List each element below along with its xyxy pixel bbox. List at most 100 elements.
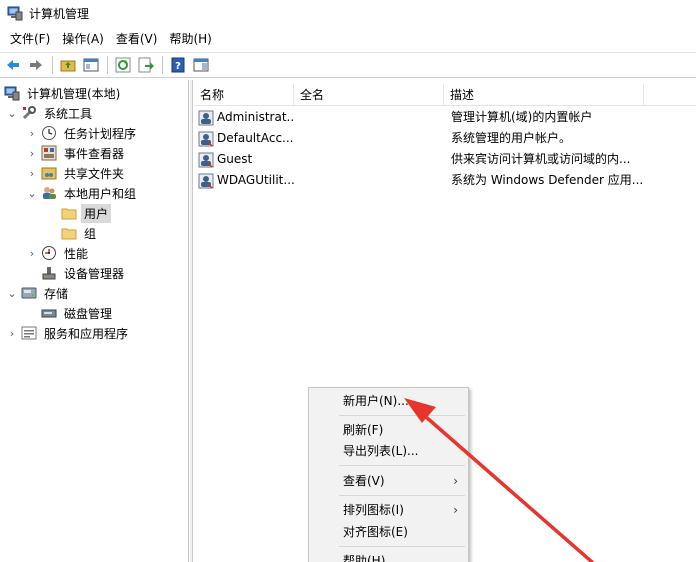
window-title: 计算机管理 [29,6,90,21]
table-row[interactable]: Guest 供来宾访问计算机或访问域的内... [194,149,696,170]
tree-label: 事件查看器 [64,146,125,161]
chevron-right-icon[interactable]: › [26,123,38,143]
cell-name: Guest [217,152,253,166]
event-viewer-icon [41,145,57,161]
chevron-right-icon[interactable]: › [26,243,38,263]
tree-label: 存储 [44,286,69,301]
list-header: 名称 全名 描述 [194,84,696,106]
table-row[interactable]: WDAGUtilit... 系统为 Windows Defender 应用... [194,170,696,191]
cell-description: 管理计算机(域)的内置帐户 [451,110,593,124]
disk-icon [41,305,57,321]
chevron-right-icon[interactable]: › [26,163,38,183]
up-folder-icon[interactable] [57,54,79,76]
context-menu-view[interactable]: 查看(V) › [309,470,468,492]
chevron-right-icon[interactable]: › [26,143,38,163]
tree-item-storage[interactable]: ⌄ 存储 [6,283,71,303]
shared-folder-icon [41,165,57,181]
cell-name: Administrat... [217,110,294,124]
tree-item-groups[interactable]: 组 [58,223,99,243]
show-hide-tree-icon[interactable] [80,54,102,76]
column-header-description[interactable]: 描述 [444,84,644,106]
performance-icon [41,245,57,261]
svg-text:?: ? [175,61,181,72]
menu-file[interactable]: 文件(F) [4,29,56,49]
menu-view[interactable]: 查看(V) [110,29,164,49]
toolbar: ? [0,52,696,78]
user-icon [198,110,214,126]
export-list-icon[interactable] [135,54,157,76]
cell-name: WDAGUtilit... [217,173,294,187]
menu-action[interactable]: 操作(A) [56,29,110,49]
navigation-tree: 计算机管理(本地) ⌄ 系统工具 › 任务计划程序 › 事件查看器 › 共享文件… [0,80,189,562]
tree-item-local-users-groups[interactable]: ⌄ 本地用户和组 [26,183,139,203]
tree-label: 设备管理器 [64,266,125,281]
computer-management-window: 计算机管理 文件(F) 操作(A) 查看(V) 帮助(H) ? 计算机管理(本地… [0,0,696,562]
tree-item-root[interactable]: 计算机管理(本地) [4,83,123,103]
tree-label: 组 [84,226,97,241]
context-menu-line-up-icons[interactable]: 对齐图标(E) [309,521,468,543]
context-menu-export-list[interactable]: 导出列表(L)... [309,440,468,462]
menu-separator [339,415,465,416]
chevron-down-icon[interactable]: ⌄ [6,103,18,123]
pane-splitter[interactable] [190,80,193,562]
cell-fullname [300,170,444,191]
context-menu-view-label: 查看(V) [343,474,385,488]
chevron-right-icon[interactable]: › [6,323,18,343]
cell-description: 系统为 Windows Defender 应用... [451,173,644,187]
tree-item-device-manager[interactable]: 设备管理器 [38,263,127,283]
menu-separator [339,546,465,547]
context-menu-help[interactable]: 帮助(H) [309,550,468,562]
tree-item-task-scheduler[interactable]: › 任务计划程序 [26,123,139,143]
storage-icon [21,285,37,301]
context-menu-new-user[interactable]: 新用户(N)... [309,390,468,412]
toolbar-separator [162,56,163,74]
table-row[interactable]: Administrat... 管理计算机(域)的内置帐户 [194,107,696,128]
user-icon [198,173,214,189]
cell-fullname [300,149,444,170]
submenu-arrow-icon: › [453,503,458,517]
tree-item-services-apps[interactable]: › 服务和应用程序 [6,323,131,343]
refresh-icon[interactable] [112,54,134,76]
tree-item-system-tools[interactable]: ⌄ 系统工具 [6,103,95,123]
column-header-fullname[interactable]: 全名 [294,84,444,106]
properties-pane-icon[interactable] [190,54,212,76]
context-menu-arrange-icons[interactable]: 排列图标(I) › [309,499,468,521]
users-group-icon [41,185,57,201]
submenu-arrow-icon: › [453,474,458,488]
computer-management-icon [7,5,23,21]
chevron-down-icon[interactable]: ⌄ [6,283,18,303]
tree-label: 系统工具 [44,106,93,121]
back-arrow-icon[interactable] [2,54,24,76]
tree-label: 计算机管理(本地) [27,86,121,101]
menu-separator [339,465,465,466]
cell-fullname [300,107,444,128]
title-bar: 计算机管理 [0,0,696,26]
tree-label: 用户 [81,203,112,223]
context-menu-refresh[interactable]: 刷新(F) [309,419,468,441]
folder-icon [61,225,77,241]
cell-name: DefaultAcc... [217,131,294,145]
menu-help[interactable]: 帮助(H) [163,29,217,49]
tools-icon [21,105,37,121]
cell-description: 系统管理的用户帐户。 [451,131,572,145]
table-row[interactable]: DefaultAcc... 系统管理的用户帐户。 [194,128,696,149]
menu-separator [339,495,465,496]
cell-fullname [300,128,444,149]
chevron-down-icon[interactable]: ⌄ [26,183,38,203]
column-header-name[interactable]: 名称 [194,84,294,106]
tree-item-event-viewer[interactable]: › 事件查看器 [26,143,127,163]
device-manager-icon [41,265,57,281]
toolbar-separator [107,56,108,74]
tree-item-disk-management[interactable]: 磁盘管理 [38,303,115,323]
tree-label: 本地用户和组 [64,186,137,201]
menu-bar: 文件(F) 操作(A) 查看(V) 帮助(H) [0,28,696,50]
tree-label: 磁盘管理 [64,306,113,321]
forward-arrow-icon[interactable] [25,54,47,76]
folder-icon [61,205,77,221]
tree-item-users[interactable]: 用户 [58,203,112,223]
help-icon[interactable]: ? [167,54,189,76]
cell-description: 供来宾访问计算机或访问域的内... [451,152,631,166]
tree-item-performance[interactable]: › 性能 [26,243,91,263]
clock-icon [41,125,57,141]
tree-item-shared-folders[interactable]: › 共享文件夹 [26,163,127,183]
